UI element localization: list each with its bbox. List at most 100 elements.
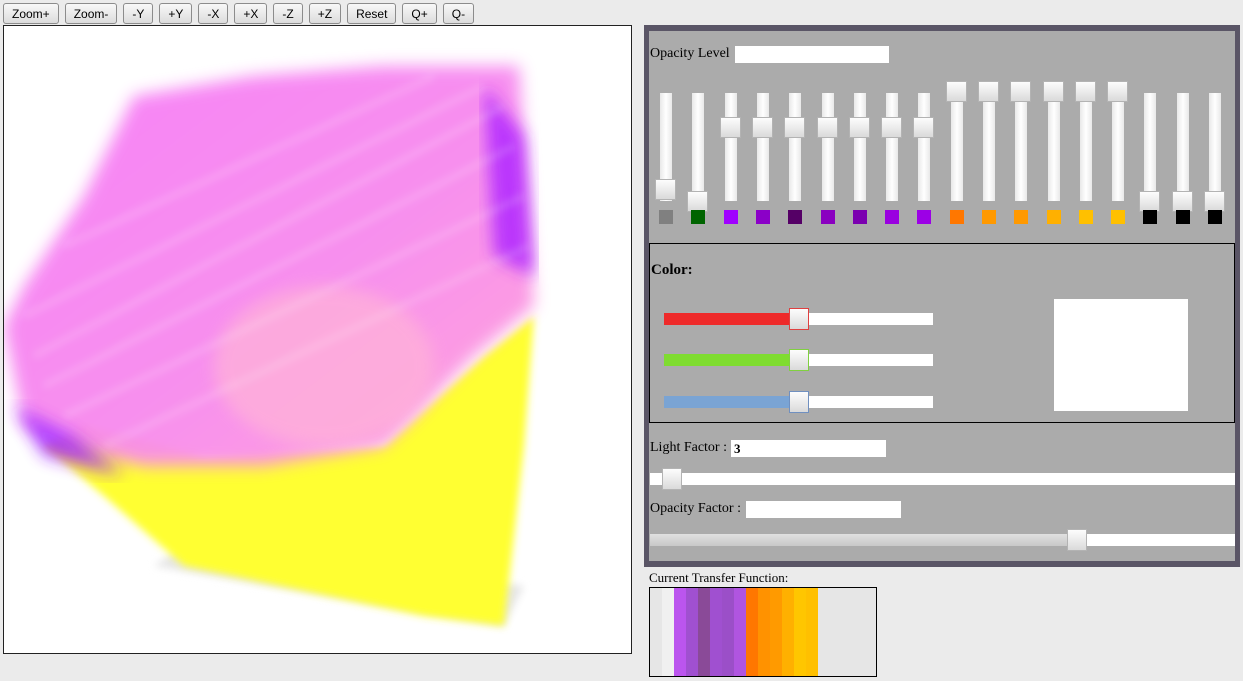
rotate-minus-y-button[interactable]: -Y <box>123 3 154 24</box>
opacity-slider-thumb[interactable] <box>1010 81 1031 102</box>
transfer-band-15 <box>818 588 858 676</box>
opacity-slider-18[interactable] <box>1204 93 1225 212</box>
transfer-band-2 <box>662 588 674 676</box>
volume-render-viewport[interactable] <box>3 25 632 654</box>
rotate-plus-y-button[interactable]: +Y <box>159 3 193 24</box>
green-slider-thumb[interactable] <box>789 349 809 371</box>
opacity-factor-input[interactable] <box>746 501 901 518</box>
transfer-band-12 <box>782 588 794 676</box>
opacity-slider-thumb[interactable] <box>1172 191 1193 212</box>
opacity-color-swatch-9[interactable] <box>917 210 931 224</box>
opacity-color-swatch-10[interactable] <box>950 210 964 224</box>
opacity-slider-thumb[interactable] <box>1075 81 1096 102</box>
green-slider-fill <box>664 354 799 366</box>
opacity-color-swatch-4[interactable] <box>756 210 770 224</box>
transfer-band-14 <box>806 588 818 676</box>
opacity-color-swatch-16[interactable] <box>1143 210 1157 224</box>
quality-plus-button[interactable]: Q+ <box>402 3 437 24</box>
blue-slider-fill <box>664 396 799 408</box>
opacity-slider-12[interactable] <box>1010 81 1031 201</box>
light-factor-input[interactable]: 3 <box>731 440 886 457</box>
opacity-slider-thumb[interactable] <box>1204 191 1225 212</box>
opacity-color-swatch-12[interactable] <box>1014 210 1028 224</box>
opacity-slider-thumb[interactable] <box>1043 81 1064 102</box>
opacity-color-swatch-3[interactable] <box>724 210 738 224</box>
rotate-plus-x-button[interactable]: +X <box>234 3 268 24</box>
opacity-level-label: Opacity Level <box>650 46 730 61</box>
opacity-slider-7[interactable] <box>849 93 870 201</box>
opacity-slider-8[interactable] <box>881 93 902 201</box>
opacity-slider-thumb[interactable] <box>655 179 676 200</box>
transfer-band-1 <box>650 588 662 676</box>
opacity-slider-thumb[interactable] <box>1139 191 1160 212</box>
opacity-color-swatch-1[interactable] <box>659 210 673 224</box>
opacity-slider-thumb[interactable] <box>849 117 870 138</box>
rotate-minus-z-button[interactable]: -Z <box>273 3 303 24</box>
red-slider[interactable] <box>664 308 933 330</box>
opacity-color-swatch-6[interactable] <box>821 210 835 224</box>
opacity-color-swatch-14[interactable] <box>1079 210 1093 224</box>
zoom-out-button[interactable]: Zoom- <box>64 3 118 24</box>
opacity-slider-2[interactable] <box>687 93 708 212</box>
opacity-color-swatch-13[interactable] <box>1047 210 1061 224</box>
opacity-slider-1[interactable] <box>655 93 676 201</box>
color-label: Color: <box>651 262 693 278</box>
opacity-color-swatch-2[interactable] <box>691 210 705 224</box>
opacity-slider-13[interactable] <box>1043 81 1064 201</box>
opacity-slider-track <box>1209 93 1221 201</box>
opacity-slider-thumb[interactable] <box>881 117 902 138</box>
control-panel: Opacity Level Color: Light Factor : 3 Op… <box>644 25 1240 567</box>
opacity-slider-4[interactable] <box>752 93 773 201</box>
opacity-color-swatch-15[interactable] <box>1111 210 1125 224</box>
opacity-color-swatch-17[interactable] <box>1176 210 1190 224</box>
rotate-minus-x-button[interactable]: -X <box>198 3 229 24</box>
opacity-slider-6[interactable] <box>817 93 838 201</box>
opacity-color-swatch-18[interactable] <box>1208 210 1222 224</box>
reset-button[interactable]: Reset <box>347 3 397 24</box>
opacity-slider-track <box>1048 93 1060 201</box>
zoom-in-button[interactable]: Zoom+ <box>3 3 59 24</box>
opacity-slider-track <box>1177 93 1189 201</box>
opacity-color-swatch-7[interactable] <box>853 210 867 224</box>
opacity-slider-thumb[interactable] <box>687 191 708 212</box>
opacity-slider-thumb[interactable] <box>946 81 967 102</box>
opacity-color-swatch-8[interactable] <box>885 210 899 224</box>
opacity-slider-thumb[interactable] <box>752 117 773 138</box>
opacity-slider-thumb[interactable] <box>784 117 805 138</box>
opacity-factor-slider[interactable] <box>650 529 1235 551</box>
opacity-slider-track <box>951 93 963 201</box>
light-factor-label: Light Factor : <box>650 440 727 455</box>
transfer-band-9 <box>746 588 758 676</box>
rotate-plus-z-button[interactable]: +Z <box>308 3 342 24</box>
light-factor-slider-thumb[interactable] <box>662 468 682 490</box>
blue-slider-thumb[interactable] <box>789 391 809 413</box>
opacity-slider-3[interactable] <box>720 93 741 201</box>
opacity-slider-thumb[interactable] <box>978 81 999 102</box>
opacity-slider-thumb[interactable] <box>1107 81 1128 102</box>
opacity-factor-slider-thumb[interactable] <box>1067 529 1087 551</box>
opacity-slider-5[interactable] <box>784 93 805 201</box>
opacity-slider-track <box>854 93 866 201</box>
opacity-slider-track <box>983 93 995 201</box>
opacity-slider-11[interactable] <box>978 81 999 201</box>
opacity-slider-thumb[interactable] <box>720 117 741 138</box>
light-factor-slider[interactable] <box>650 468 1235 490</box>
green-slider[interactable] <box>664 349 933 371</box>
red-slider-thumb[interactable] <box>789 308 809 330</box>
opacity-slider-9[interactable] <box>913 93 934 201</box>
opacity-color-swatch-11[interactable] <box>982 210 996 224</box>
quality-minus-button[interactable]: Q- <box>442 3 475 24</box>
opacity-slider-10[interactable] <box>946 81 967 201</box>
opacity-level-input[interactable] <box>735 46 889 63</box>
transfer-band-4 <box>686 588 698 676</box>
opacity-factor-slider-fill <box>650 534 1077 546</box>
opacity-slider-17[interactable] <box>1172 93 1193 212</box>
opacity-slider-thumb[interactable] <box>817 117 838 138</box>
opacity-slider-14[interactable] <box>1075 81 1096 201</box>
volume-render-image <box>4 66 534 626</box>
opacity-slider-16[interactable] <box>1139 93 1160 212</box>
opacity-slider-thumb[interactable] <box>913 117 934 138</box>
blue-slider[interactable] <box>664 391 933 413</box>
opacity-slider-15[interactable] <box>1107 81 1128 201</box>
opacity-color-swatch-5[interactable] <box>788 210 802 224</box>
